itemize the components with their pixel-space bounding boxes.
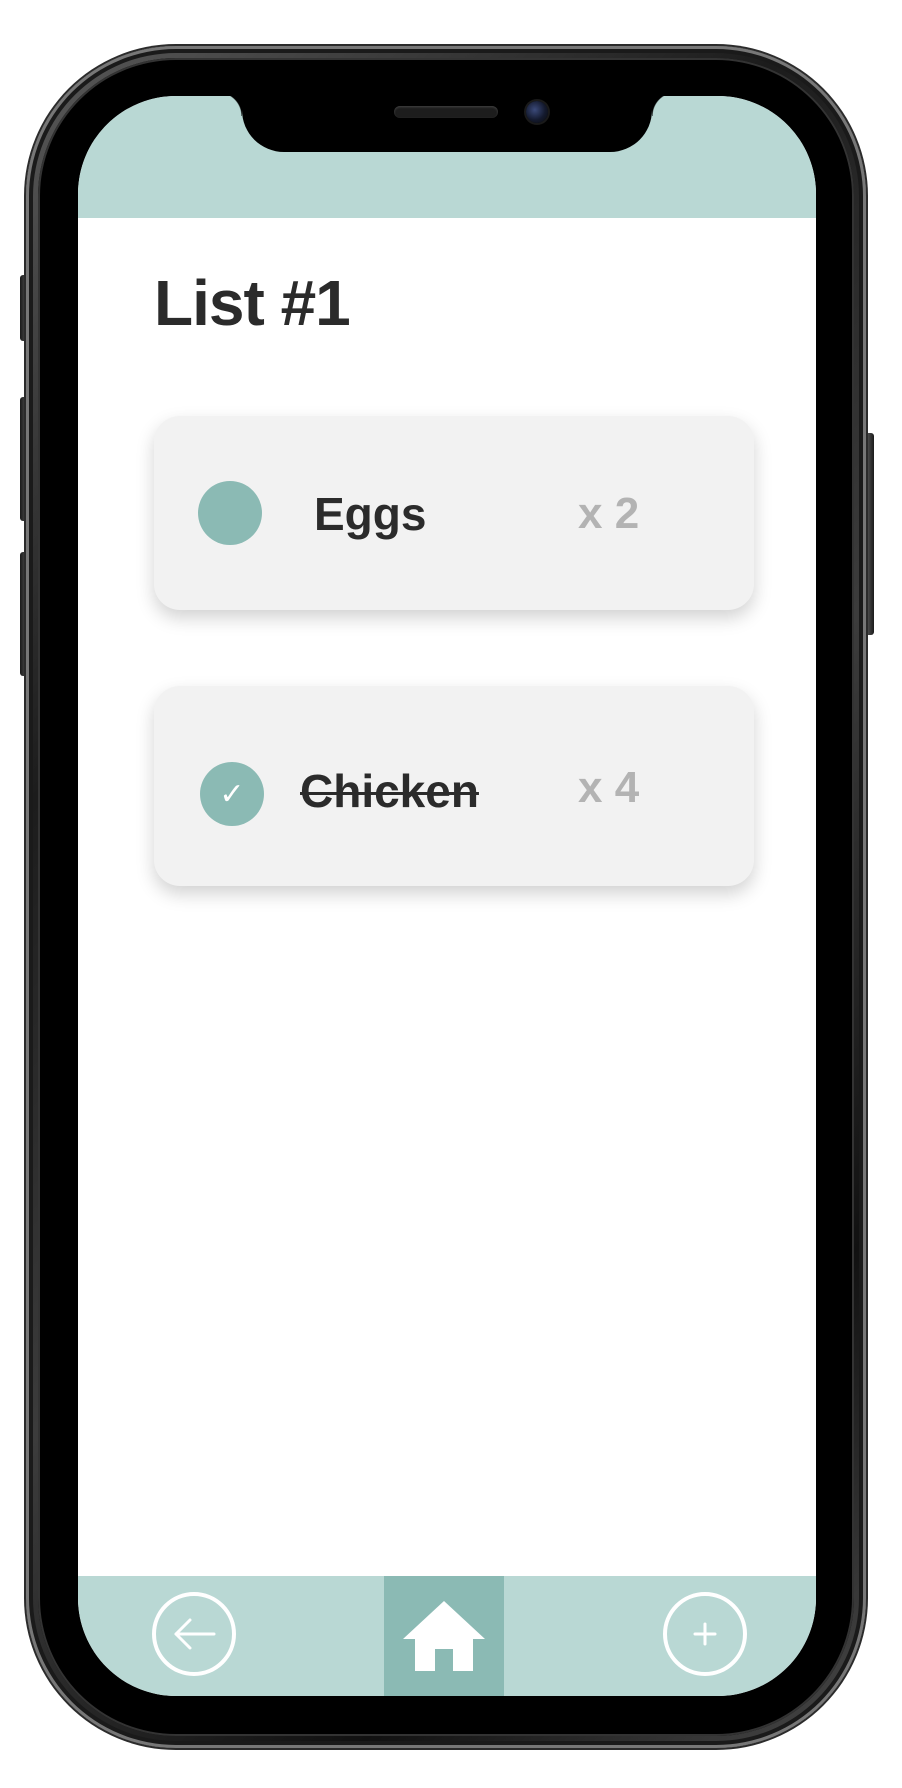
home-button[interactable] (384, 1576, 504, 1696)
item-quantity: x 4 (578, 763, 640, 812)
item-name-struck: Chicken (300, 765, 479, 817)
list-item[interactable]: Eggs x 2 (154, 416, 754, 610)
status-bar (78, 96, 816, 218)
arrow-left-icon (174, 1618, 216, 1650)
checkmark-icon: ✓ (219, 776, 245, 812)
list-item[interactable]: ✓ Chicken x 4 (154, 686, 754, 886)
back-button[interactable] (152, 1592, 236, 1676)
item-name: Eggs (314, 488, 427, 540)
add-button[interactable] (663, 1592, 747, 1676)
speaker-grille (394, 106, 498, 118)
item-quantity: x 2 (578, 489, 640, 538)
plus-icon (693, 1622, 717, 1646)
phone-screen: List #1 Eggs x 2 ✓ Chicken x 4 (78, 96, 816, 1696)
home-icon (403, 1601, 485, 1671)
unchecked-circle-checkbox[interactable] (198, 481, 262, 545)
page-title: List #1 (154, 267, 351, 339)
checked-circle-checkbox[interactable]: ✓ (200, 762, 264, 826)
bottom-navigation (78, 1576, 816, 1696)
notch (218, 96, 676, 152)
front-camera (526, 101, 548, 123)
